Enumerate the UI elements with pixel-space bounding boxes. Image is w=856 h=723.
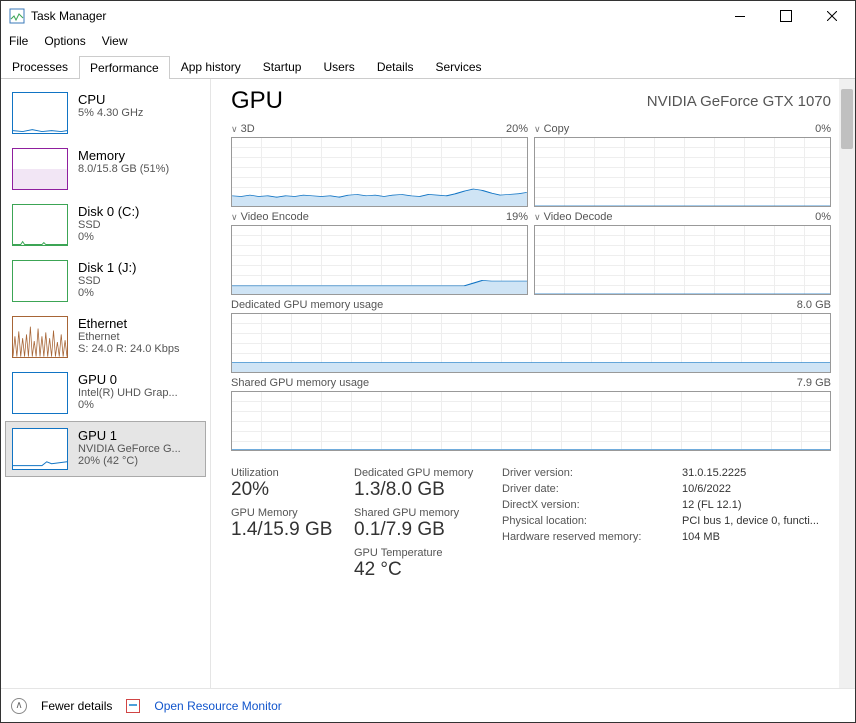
sidebar-item-sub: NVIDIA GeForce G... [78, 443, 181, 455]
menu-view[interactable]: View [102, 34, 128, 48]
sidebar-item-sub: 5% 4.30 GHz [78, 107, 143, 119]
sidebar-item-label: GPU 0 [78, 372, 178, 387]
graph-copy[interactable]: ∨Copy0% [534, 123, 831, 207]
chevron-down-icon: ∨ [231, 124, 238, 134]
sidebar-item-sub: SSD [78, 275, 137, 287]
cpu-thumb [12, 92, 68, 134]
sidebar-item-ethernet[interactable]: Ethernet Ethernet S: 24.0 R: 24.0 Kbps [5, 309, 206, 365]
resource-monitor-icon [126, 699, 140, 713]
tab-details[interactable]: Details [366, 55, 425, 78]
disk-thumb [12, 204, 68, 246]
chevron-up-icon[interactable]: ∧ [11, 698, 27, 714]
chevron-down-icon: ∨ [534, 212, 541, 222]
chevron-down-icon: ∨ [534, 124, 541, 134]
sidebar-item-sub: Ethernet [78, 331, 180, 343]
sidebar-item-label: GPU 1 [78, 428, 181, 443]
sidebar-item-sub2: 0% [78, 287, 137, 299]
meta-list: Driver version:31.0.15.2225 Driver date:… [502, 467, 831, 587]
sidebar-item-disk1[interactable]: Disk 1 (J:) SSD 0% [5, 253, 206, 309]
graph-canvas [534, 225, 831, 295]
sidebar-item-memory[interactable]: Memory 8.0/15.8 GB (51%) [5, 141, 206, 197]
stat-label: Dedicated GPU memory [354, 467, 494, 479]
sidebar-item-gpu1[interactable]: GPU 1 NVIDIA GeForce G... 20% (42 °C) [5, 421, 206, 477]
sidebar-item-cpu[interactable]: CPU 5% 4.30 GHz [5, 85, 206, 141]
graph-video-encode[interactable]: ∨Video Encode19% [231, 211, 528, 295]
menu-file[interactable]: File [9, 34, 28, 48]
menubar: File Options View [1, 31, 855, 51]
footer: ∧ Fewer details Open Resource Monitor [1, 688, 855, 722]
scrollbar-thumb[interactable] [841, 89, 853, 149]
stat-label: Shared GPU memory [354, 507, 494, 519]
titlebar: Task Manager [1, 1, 855, 31]
page-subtitle: NVIDIA GeForce GTX 1070 [647, 93, 831, 110]
graph-shared-mem[interactable]: Shared GPU memory usage7.9 GB [231, 377, 831, 451]
sidebar-item-disk0[interactable]: Disk 0 (C:) SSD 0% [5, 197, 206, 253]
sidebar-item-sub2: 20% (42 °C) [78, 455, 181, 467]
graph-canvas [231, 225, 528, 295]
minimize-button[interactable] [717, 1, 763, 31]
graph-canvas [534, 137, 831, 207]
gpu-thumb [12, 428, 68, 470]
ethernet-thumb [12, 316, 68, 358]
sidebar-item-sub: 8.0/15.8 GB (51%) [78, 163, 169, 175]
app-icon [9, 8, 25, 24]
graph-video-decode[interactable]: ∨Video Decode0% [534, 211, 831, 295]
page-title: GPU [231, 87, 283, 115]
graph-canvas [231, 391, 831, 451]
tabs: Processes Performance App history Startu… [1, 55, 855, 79]
stat-label: Utilization [231, 467, 346, 479]
disk-thumb [12, 260, 68, 302]
close-button[interactable] [809, 1, 855, 31]
sidebar-item-sub: SSD [78, 219, 139, 231]
stat-value: 1.4/15.9 GB [231, 519, 346, 541]
menu-options[interactable]: Options [44, 34, 85, 48]
graph-canvas [231, 137, 528, 207]
fewer-details-link[interactable]: Fewer details [41, 699, 112, 713]
graph-3d[interactable]: ∨3D20% [231, 123, 528, 207]
sidebar-item-label: Memory [78, 148, 169, 163]
stat-label: GPU Memory [231, 507, 346, 519]
scrollbar[interactable] [839, 79, 855, 688]
sidebar-item-sub2: 0% [78, 399, 178, 411]
tab-app-history[interactable]: App history [170, 55, 252, 78]
tab-processes[interactable]: Processes [1, 55, 79, 78]
main-area: CPU 5% 4.30 GHz Memory 8.0/15.8 GB (51%)… [1, 79, 855, 688]
maximize-button[interactable] [763, 1, 809, 31]
sidebar-item-label: Ethernet [78, 316, 180, 331]
chevron-down-icon: ∨ [231, 212, 238, 222]
sidebar-item-sub: Intel(R) UHD Grap... [78, 387, 178, 399]
sidebar: CPU 5% 4.30 GHz Memory 8.0/15.8 GB (51%)… [1, 79, 211, 688]
stat-label: GPU Temperature [354, 547, 494, 559]
tab-users[interactable]: Users [312, 55, 365, 78]
tab-startup[interactable]: Startup [252, 55, 313, 78]
content: GPU NVIDIA GeForce GTX 1070 ∨3D20% ∨Copy… [211, 79, 855, 688]
gpu-thumb [12, 372, 68, 414]
stat-value: 0.1/7.9 GB [354, 519, 494, 541]
memory-thumb [12, 148, 68, 190]
tab-services[interactable]: Services [425, 55, 493, 78]
sidebar-item-sub2: S: 24.0 R: 24.0 Kbps [78, 343, 180, 355]
stat-value: 1.3/8.0 GB [354, 479, 494, 501]
sidebar-item-label: Disk 1 (J:) [78, 260, 137, 275]
tab-performance[interactable]: Performance [79, 56, 170, 79]
sidebar-item-label: Disk 0 (C:) [78, 204, 139, 219]
stat-value: 42 °C [354, 559, 494, 581]
open-resource-monitor-link[interactable]: Open Resource Monitor [154, 699, 281, 713]
sidebar-item-sub2: 0% [78, 231, 139, 243]
sidebar-item-gpu0[interactable]: GPU 0 Intel(R) UHD Grap... 0% [5, 365, 206, 421]
graph-dedicated-mem[interactable]: Dedicated GPU memory usage8.0 GB [231, 299, 831, 373]
window-title: Task Manager [31, 9, 717, 23]
sidebar-item-label: CPU [78, 92, 143, 107]
stat-value: 20% [231, 479, 346, 501]
graph-canvas [231, 313, 831, 373]
